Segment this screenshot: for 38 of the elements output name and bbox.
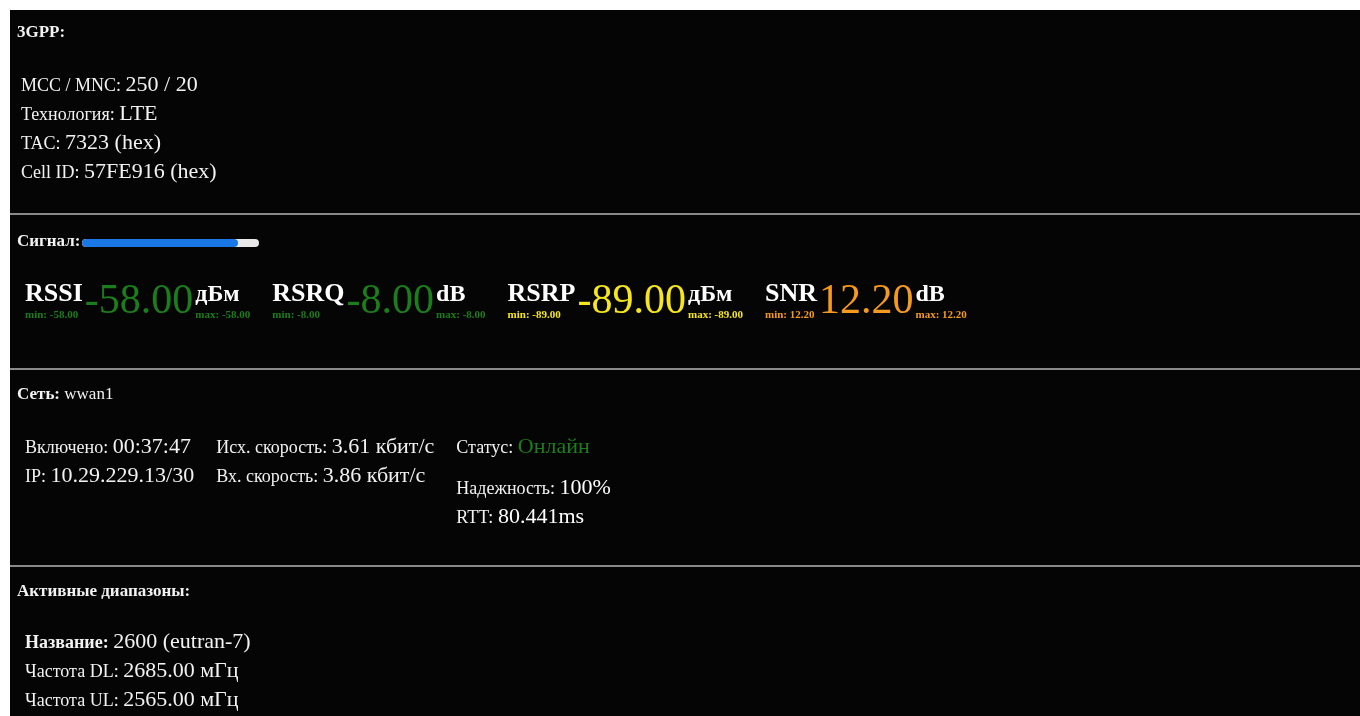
info-line: MCC / MNC: 250 / 20: [21, 70, 199, 98]
metric-min: min: -58.00: [25, 307, 79, 321]
metric-unit: dB: [915, 279, 945, 307]
info-line: Технология: LTE: [21, 99, 159, 127]
metric-unit: дБм: [688, 279, 733, 307]
info-line: TAC: 7323 (hex): [21, 128, 162, 156]
info-line: Вх. скорость: 3.86 кбит/с: [216, 461, 427, 489]
info-line: Cell ID: 57FE916 (hex): [21, 157, 218, 185]
network-heading: Сеть: wwan1: [17, 384, 115, 404]
info-line: Статус: Онлайн: [456, 432, 591, 460]
metric-max: max: -8.00: [436, 307, 486, 321]
metric-value: -58.00: [84, 277, 194, 321]
info-line: IP: 10.29.229.13/30: [25, 461, 195, 489]
metric-min: min: -8.00: [272, 307, 320, 321]
section-title: 3GPP:: [17, 22, 66, 42]
metric-name: RSRQ: [272, 279, 345, 307]
metric-value: -89.00: [577, 277, 686, 321]
metric-value: 12.20: [819, 277, 914, 321]
info-line: Исх. скорость: 3.61 кбит/с: [216, 432, 435, 460]
section-title: Активные диапазоны:: [17, 581, 191, 601]
metric-name: RSSI: [25, 279, 83, 307]
metric-max: max: -58.00: [195, 307, 251, 321]
metric-value: -8.00: [346, 277, 435, 321]
section-title: Сигнал:: [17, 231, 81, 251]
metric-max: max: -89.00: [688, 307, 743, 321]
info-line: Частота UL: 2565.00 мГц: [25, 685, 240, 713]
info-line: Включено: 00:37:47: [25, 432, 192, 460]
metric-max: max: 12.20: [915, 307, 967, 321]
info-line: RTT: 80.441ms: [456, 502, 586, 530]
metric-name: SNR: [765, 279, 817, 307]
metric-name: RSRP: [507, 279, 576, 307]
metric-unit: дБм: [195, 279, 240, 307]
info-line: Частота DL: 2685.00 мГц: [25, 656, 240, 684]
info-line: Надежность: 100%: [456, 473, 611, 501]
metric-min: min: 12.20: [765, 307, 815, 321]
info-line: Название: 2600 (eutran-7): [25, 627, 252, 655]
metric-min: min: -89.00: [507, 307, 561, 321]
metric-unit: dB: [436, 279, 466, 307]
